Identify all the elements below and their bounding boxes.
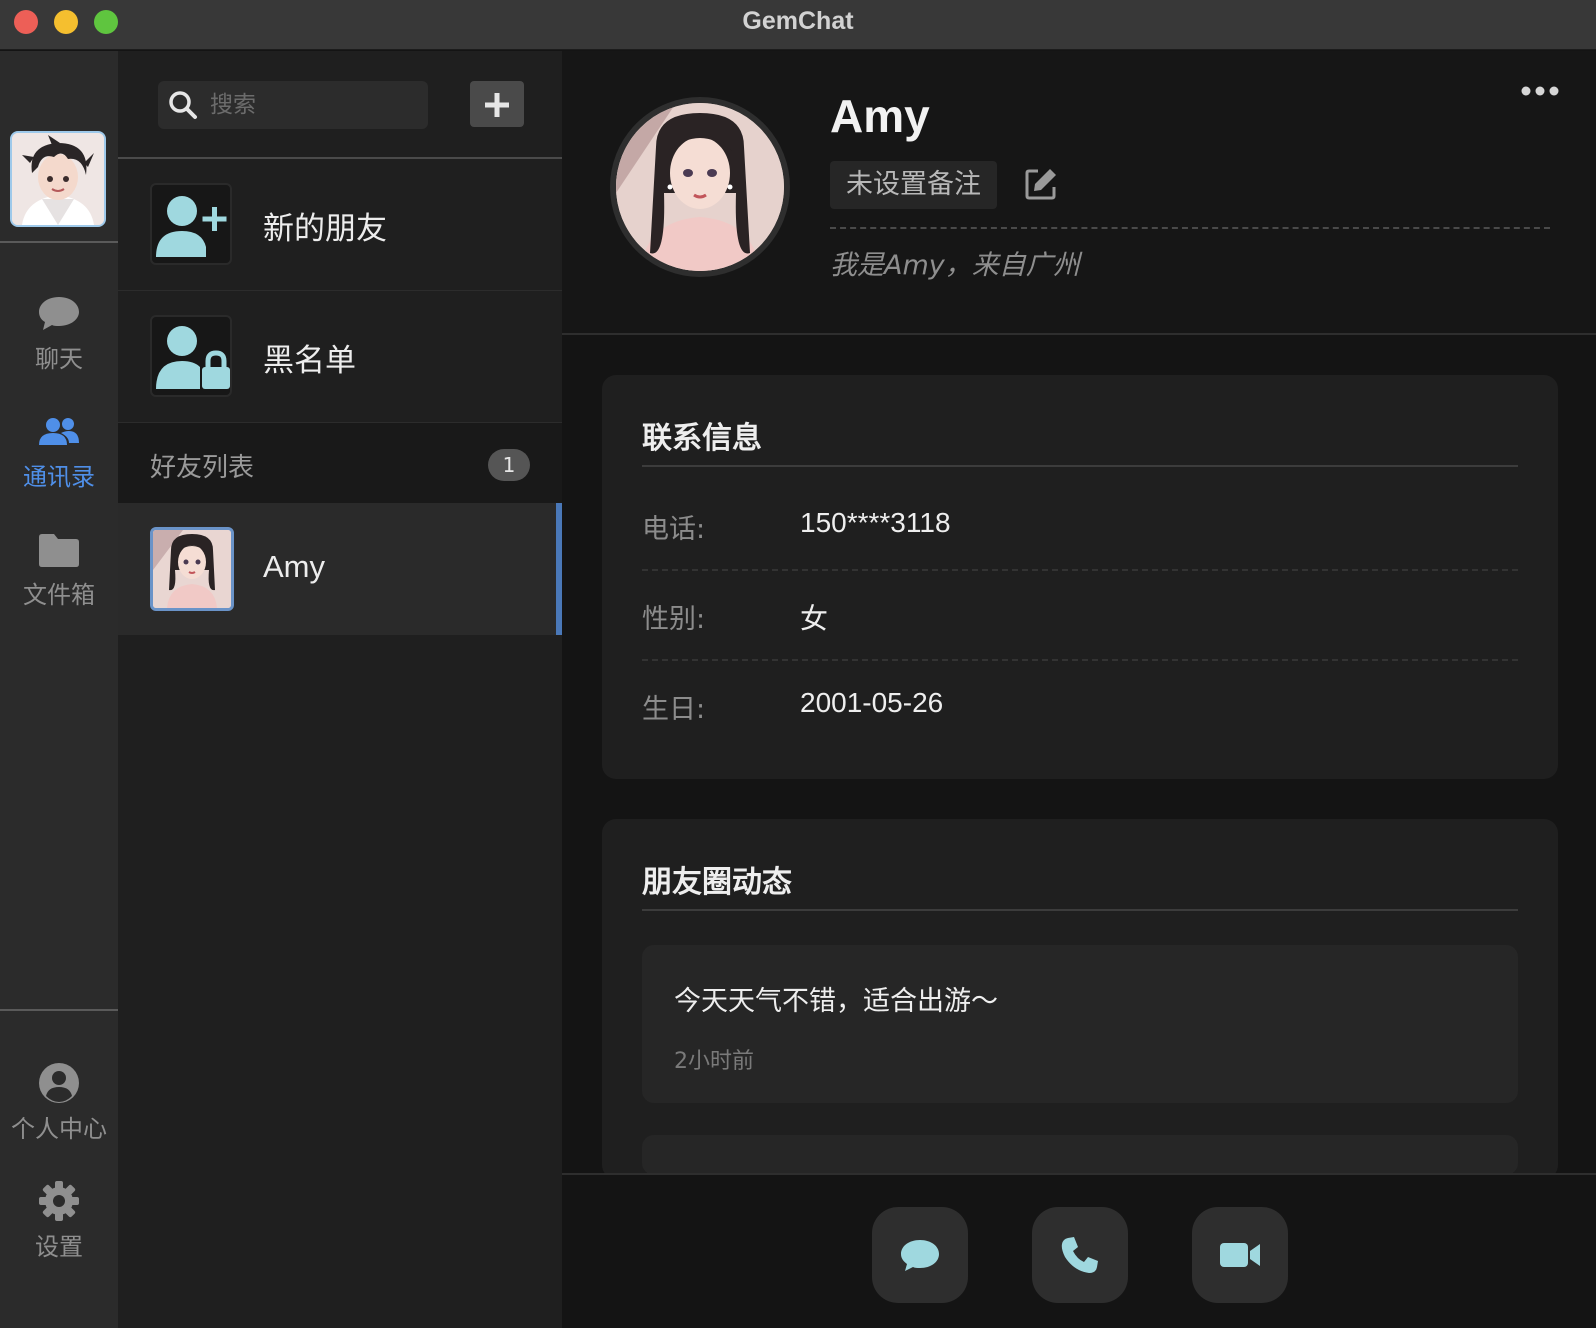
friend-list-title: 好友列表	[150, 453, 255, 483]
nav-item-contacts-label: 通讯录	[23, 463, 95, 491]
gender-label: 性别:	[642, 604, 706, 635]
moments-card: 朋友圈动态 今天天气不错，适合出游～ 2小时前	[602, 819, 1558, 1179]
nav-divider-bottom	[0, 1009, 118, 1011]
remark-label: 未设置备注	[830, 161, 997, 209]
info-row-gender: 性别: 女	[642, 571, 1518, 661]
contact-info-rule	[642, 465, 1518, 467]
contact-detail-panel: Amy 未设置备注 我是Amy，来自广州 联系信息 电话: 150****311…	[562, 51, 1596, 1328]
contacts-icon	[39, 418, 79, 445]
info-row-phone: 电话: 150****3118	[642, 481, 1518, 571]
phone-value: 150****3118	[800, 507, 951, 538]
nav-item-contacts[interactable]: 通讯录	[0, 409, 118, 509]
profile-divider	[830, 227, 1550, 229]
message-icon	[901, 1240, 939, 1271]
user-lock-icon	[156, 326, 230, 389]
birthday-label: 生日:	[642, 694, 706, 725]
search-box[interactable]	[158, 81, 428, 129]
nav-sidebar: 聊天 通讯录 文件箱 个人中心 设置	[0, 51, 118, 1328]
nav-divider-top	[0, 241, 118, 243]
new-friends-row[interactable]: 新的朋友	[118, 159, 562, 291]
contact-info-title: 联系信息	[642, 421, 762, 456]
moment-post-next[interactable]	[642, 1135, 1518, 1175]
friend-avatar	[150, 527, 234, 611]
moment-post-text: 今天天气不错，适合出游～	[674, 986, 998, 1017]
add-user-icon	[156, 196, 227, 257]
contact-info-card: 联系信息 电话: 150****3118 性别: 女 生日: 2001-05-2…	[602, 375, 1558, 779]
video-icon	[1220, 1243, 1260, 1267]
info-row-birthday: 生日: 2001-05-26	[642, 661, 1518, 751]
friend-avatar-illustration	[153, 530, 231, 608]
my-avatar[interactable]	[10, 131, 106, 227]
window-title: GemChat	[742, 7, 854, 35]
profile-header: Amy 未设置备注 我是Amy，来自广州	[562, 51, 1596, 335]
profile-avatar-illustration	[616, 103, 784, 271]
user-circle-icon	[39, 1063, 79, 1103]
new-friends-label: 新的朋友	[263, 211, 387, 247]
gender-value: 女	[800, 603, 829, 634]
profile-name: Amy	[830, 90, 930, 142]
nav-item-files-label: 文件箱	[23, 581, 95, 609]
video-call-button[interactable]	[1192, 1207, 1288, 1303]
folder-icon	[39, 534, 79, 567]
phone-label: 电话:	[642, 514, 706, 545]
new-friends-icon-box	[150, 183, 232, 265]
contacts-panel: 新的朋友 黑名单 好友列表 1	[118, 51, 562, 1328]
profile-signature: 我是Amy，来自广州	[830, 250, 1080, 281]
chat-bubble-icon	[39, 297, 79, 330]
gear-icon	[39, 1181, 79, 1221]
nav-item-profile-label: 个人中心	[11, 1115, 107, 1143]
friend-name: Amy	[263, 549, 325, 584]
title-bar: GemChat	[0, 0, 1596, 50]
action-bar	[562, 1173, 1596, 1328]
blacklist-label: 黑名单	[263, 343, 356, 379]
edit-remark-icon[interactable]	[1024, 165, 1060, 201]
moment-post-time: 2小时前	[674, 1049, 754, 1074]
moments-rule	[642, 909, 1518, 911]
profile-avatar[interactable]	[610, 97, 790, 277]
phone-icon	[1061, 1237, 1098, 1273]
friend-list-header[interactable]: 好友列表 1	[118, 423, 562, 503]
more-options-icon[interactable]	[1520, 81, 1560, 101]
nav-item-settings-label: 设置	[35, 1233, 83, 1261]
nav-item-chat-label: 聊天	[35, 345, 83, 373]
blacklist-icon-box	[150, 315, 232, 397]
add-contact-button[interactable]	[470, 81, 524, 127]
nav-item-settings[interactable]: 设置	[0, 1179, 118, 1279]
birthday-value: 2001-05-26	[800, 687, 944, 718]
friend-row-amy[interactable]: Amy	[118, 503, 562, 635]
my-avatar-illustration	[12, 133, 104, 225]
nav-item-chat[interactable]: 聊天	[0, 291, 118, 391]
friend-count-badge: 1	[488, 449, 530, 481]
plus-icon	[485, 93, 509, 117]
search-input[interactable]	[210, 87, 415, 123]
moment-post[interactable]: 今天天气不错，适合出游～ 2小时前	[642, 945, 1518, 1103]
nav-item-profile[interactable]: 个人中心	[0, 1061, 118, 1161]
moments-title: 朋友圈动态	[642, 865, 792, 900]
blacklist-row[interactable]: 黑名单	[118, 291, 562, 423]
voice-call-button[interactable]	[1032, 1207, 1128, 1303]
search-icon	[169, 91, 197, 119]
send-message-button[interactable]	[872, 1207, 968, 1303]
nav-item-files[interactable]: 文件箱	[0, 527, 118, 627]
